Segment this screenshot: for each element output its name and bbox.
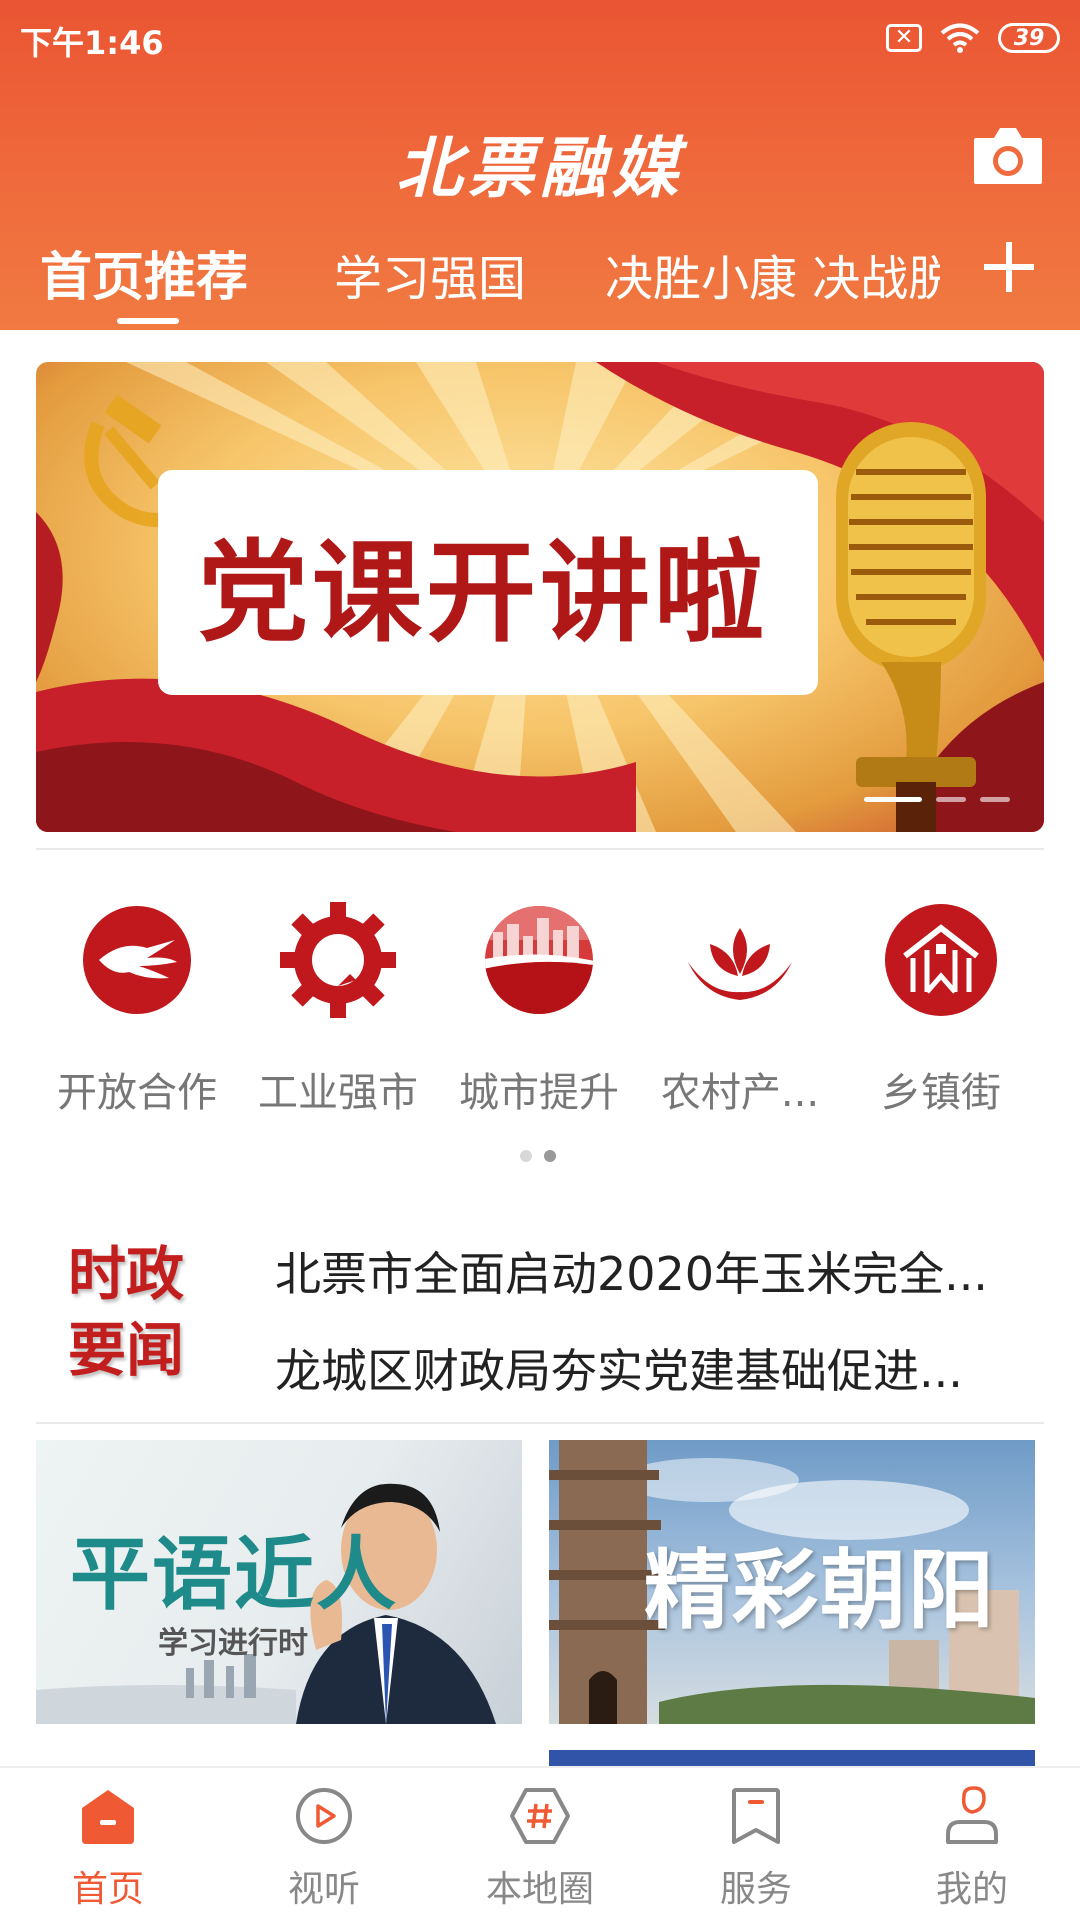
category-label: 工业强市 [258,1070,418,1116]
category-page-dot-active [544,1150,556,1162]
wifi-icon [940,23,980,53]
divider [36,848,1044,850]
feature-card-subtitle: 学习进行时 [158,1626,308,1661]
category-grid: 开放合作 工业强市 城市提升 农村产... 乡镇街 [36,900,1044,1120]
gear-icon [280,902,396,1018]
category-open-cooperation[interactable]: 开放合作 [36,900,238,1118]
bottom-navigation: 首页 视听 本地圈 服务 我的 [0,1766,1080,1920]
microphone-icon [836,422,986,832]
category-label: 城市提升 [459,1070,619,1116]
user-icon [946,1786,998,1844]
category-label: 乡镇街 [881,1070,1001,1116]
status-time: 下午1:46 [20,24,164,62]
banner-dot-active [864,797,922,802]
news-section-tag: 时政 要闻 [68,1236,208,1388]
category-pagination [520,1150,556,1162]
house-icon [885,904,997,1016]
category-label: 农村产... [660,1070,820,1116]
feature-card-title: 平语近人 [70,1528,398,1621]
news-headline[interactable]: 龙城区财政局夯实党建基础促进... [275,1335,1045,1401]
news-tag-line: 时政 [68,1240,185,1308]
handshake-icon [83,906,191,1014]
camera-icon[interactable] [972,124,1044,186]
nav-local[interactable]: 本地圈 [432,1786,648,1912]
battery-indicator: 39 [998,23,1060,53]
feature-card-chaoyang[interactable]: 精彩朝阳 [549,1440,1035,1724]
hashtag-icon [510,1788,570,1844]
nav-label: 首页 [71,1869,144,1910]
channel-tabs: 首页推荐 学习强国 决胜小康 决战脱 [0,235,1080,330]
no-sim-icon: ✕ [886,24,922,52]
category-township[interactable]: 乡镇街 [840,900,1042,1118]
nav-media[interactable]: 视听 [216,1786,432,1912]
banner-carousel[interactable]: 党课开讲啦 [36,362,1044,832]
lotus-icon [688,928,792,1000]
bookmark-icon [732,1788,780,1844]
add-channel-icon[interactable] [982,240,1036,294]
nav-label: 我的 [935,1869,1008,1910]
feature-card-xi-quotes[interactable]: 平语近人 学习进行时 [36,1440,522,1724]
banner-dot [936,797,966,802]
category-rural[interactable]: 农村产... [639,900,841,1118]
play-icon [296,1788,352,1844]
nav-label: 服务 [719,1869,792,1910]
nav-service[interactable]: 服务 [648,1786,864,1912]
banner-pagination [864,797,1010,802]
tab-xiaokang[interactable]: 决胜小康 决战脱 [605,239,940,305]
feature-card-title: 精彩朝阳 [644,1541,996,1641]
app-header: 下午1:46 ✕ 39 北票融媒 首页推荐 学习强国 决胜小康 决战脱 [0,0,1080,330]
category-label: 开放合作 [57,1070,217,1116]
category-city[interactable]: 城市提升 [438,900,640,1118]
nav-profile[interactable]: 我的 [864,1786,1080,1912]
news-tag-line: 要闻 [68,1316,185,1384]
banner-dot [980,797,1010,802]
tab-study[interactable]: 学习强国 [334,239,526,309]
news-headline[interactable]: 北票市全面启动2020年玉米完全... [275,1238,1045,1304]
nav-home[interactable]: 首页 [0,1786,216,1912]
category-industry[interactable]: 工业强市 [237,900,439,1118]
status-bar: 下午1:46 ✕ 39 [0,0,1080,80]
nav-label: 本地圈 [485,1869,594,1910]
home-icon [82,1790,134,1844]
category-page-dot [520,1150,532,1162]
banner-title: 党课开讲啦 [198,528,768,657]
divider [36,1422,1044,1424]
active-tab-indicator [117,318,179,324]
city-icon [485,906,593,1014]
banner-title-card: 党课开讲啦 [158,470,818,695]
nav-label: 视听 [287,1869,360,1910]
tab-home-recommend[interactable]: 首页推荐 [40,235,248,310]
app-title: 北票融媒 [396,129,684,207]
tab-clip: 决胜小康 决战脱 [605,235,940,305]
status-icons: ✕ 39 [886,18,1060,58]
